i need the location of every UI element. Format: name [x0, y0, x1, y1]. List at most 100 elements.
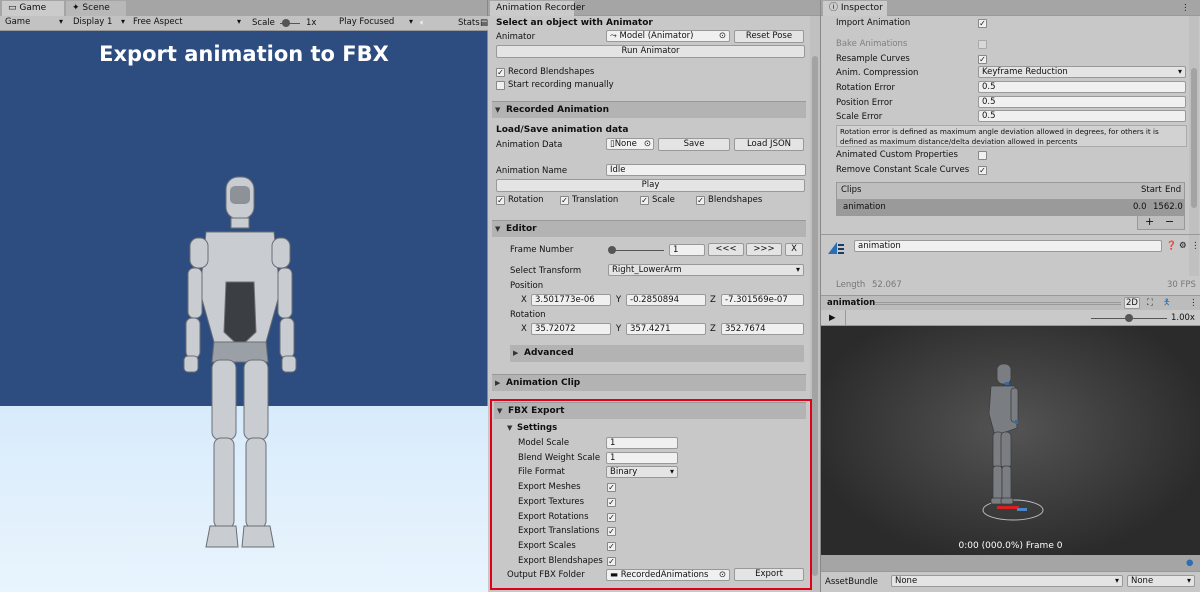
more-icon[interactable]: ⋮ — [1191, 240, 1200, 252]
speed-slider-thumb[interactable] — [1125, 314, 1133, 322]
reset-pose-button[interactable]: Reset Pose — [734, 30, 804, 43]
preview-play-icon[interactable]: ▶ — [829, 312, 836, 324]
blend-weight-label: Blend Weight Scale — [518, 453, 601, 463]
mute-icon[interactable]: 🔈︎ — [420, 17, 425, 29]
save-button[interactable]: Save — [658, 138, 730, 151]
tab-animation-recorder[interactable]: Animation Recorder — [490, 1, 585, 16]
animated-custom-checkbox[interactable] — [978, 151, 987, 160]
preview-2d-button[interactable]: 2D — [1124, 297, 1140, 309]
animation-data-field[interactable]: ▯None ⊙ — [606, 138, 654, 150]
animation-name-input[interactable]: Idle — [606, 164, 806, 176]
rotation-toggle-label: Rotation — [508, 195, 544, 205]
panel-menu-icon[interactable]: ⋮ — [1181, 2, 1190, 14]
object-picker-icon[interactable]: ⊙ — [719, 31, 726, 41]
position-label: Position — [510, 281, 544, 291]
start-manually-checkbox[interactable] — [496, 81, 505, 90]
export-button[interactable]: Export — [734, 568, 804, 581]
scale-toggle[interactable]: ✓ — [640, 196, 649, 205]
frame-slider-track[interactable] — [610, 250, 664, 251]
select-transform-dropdown[interactable]: Right_LowerArm — [608, 264, 804, 276]
tab-scene[interactable]: ✦ Scene — [66, 1, 126, 16]
gizmos-icon[interactable]: ▤ — [480, 17, 488, 29]
remove-constant-checkbox[interactable]: ✓ — [978, 166, 987, 175]
foldout-icon: ▼ — [497, 407, 503, 415]
blendshapes-toggle[interactable]: ✓ — [696, 196, 705, 205]
scale-toggle-label: Scale — [652, 195, 675, 205]
export-translations-checkbox[interactable]: ✓ — [607, 527, 616, 536]
help-icon[interactable]: ❓ — [1166, 240, 1177, 252]
clip-name-input[interactable]: animation — [854, 240, 1162, 252]
stats-button[interactable]: Stats — [458, 17, 480, 29]
model-scale-input[interactable]: 1 — [606, 437, 678, 449]
translation-toggle[interactable]: ✓ — [560, 196, 569, 205]
animation-clip-section[interactable]: ▶ Animation Clip — [492, 374, 806, 391]
recorder-scroll-thumb[interactable] — [812, 56, 818, 576]
preview-title: animation — [827, 298, 876, 308]
settings-icon[interactable]: ⚙ — [1179, 240, 1187, 252]
rotation-error-input[interactable]: 0.5 — [978, 81, 1186, 93]
load-json-button[interactable]: Load JSON — [734, 138, 804, 151]
add-clip-button[interactable]: + — [1145, 216, 1154, 228]
export-scales-checkbox[interactable]: ✓ — [607, 542, 616, 551]
resample-curves-checkbox[interactable]: ✓ — [978, 55, 987, 64]
clip-row[interactable]: animation 0.0 1562.0 — [837, 199, 1184, 215]
position-y-input[interactable]: -0.2850894 — [626, 294, 706, 306]
frame-number-input[interactable]: 1 — [669, 244, 705, 256]
settings-foldout-icon[interactable]: ▼ — [507, 424, 512, 432]
recorded-animation-section[interactable]: ▼ Recorded Animation — [492, 101, 806, 118]
export-meshes-checkbox[interactable]: ✓ — [607, 483, 616, 492]
preview-more-icon[interactable]: ⋮ — [1189, 297, 1198, 309]
blend-weight-input[interactable]: 1 — [606, 452, 678, 464]
object-picker-icon[interactable]: ⊙ — [719, 570, 726, 580]
mode-dropdown[interactable]: Game — [2, 17, 66, 29]
prev-frame-button[interactable]: <<< — [708, 243, 744, 256]
export-textures-checkbox[interactable]: ✓ — [607, 498, 616, 507]
inspector-panel: ⓘ Inspector ⋮ Import Animation ✓ Bake An… — [821, 0, 1200, 592]
advanced-section[interactable]: ▶ Advanced — [510, 345, 804, 362]
rotation-y-input[interactable]: 357.4271 — [626, 323, 706, 335]
scale-slider-thumb[interactable] — [282, 19, 290, 27]
clips-list: Clips Start End animation 0.0 1562.0 — [836, 182, 1185, 216]
position-x-input[interactable]: 3.501773e-06 — [531, 294, 611, 306]
next-frame-button[interactable]: >>> — [746, 243, 782, 256]
anim-compression-label: Anim. Compression — [836, 68, 919, 78]
position-error-label: Position Error — [836, 98, 893, 108]
display-dropdown[interactable]: Display 1 — [70, 17, 128, 29]
load-save-header: Load/Save animation data — [496, 125, 629, 135]
play-mode-dropdown[interactable]: Play Focused — [336, 17, 416, 29]
scale-error-input[interactable]: 0.5 — [978, 110, 1186, 122]
animator-field[interactable]: ⤳ Model (Animator) ⊙ — [606, 30, 730, 42]
run-animator-button[interactable]: Run Animator — [496, 45, 805, 58]
frame-slider-thumb[interactable] — [608, 246, 616, 254]
preview-viewport[interactable]: 0:00 (000.0%) Frame 0 — [821, 326, 1200, 555]
import-animation-checkbox[interactable]: ✓ — [978, 19, 987, 28]
file-format-dropdown[interactable]: Binary — [606, 466, 678, 478]
position-y-label: Y — [616, 295, 622, 305]
fbx-export-section[interactable]: ▼ FBX Export — [494, 402, 806, 419]
position-error-input[interactable]: 0.5 — [978, 96, 1186, 108]
close-editor-button[interactable]: X — [785, 243, 803, 256]
assetbundle-variant-dropdown[interactable]: None — [1127, 575, 1195, 587]
object-picker-icon[interactable]: ⊙ — [644, 139, 651, 149]
rotation-z-input[interactable]: 352.7674 — [721, 323, 804, 335]
remove-clip-button[interactable]: − — [1165, 216, 1174, 228]
editor-section[interactable]: ▼ Editor — [492, 220, 806, 237]
play-button[interactable]: Play — [496, 179, 805, 192]
inspector-scrollbar[interactable] — [1189, 16, 1199, 276]
asset-label-icon[interactable]: ● — [1186, 557, 1193, 569]
tab-inspector[interactable]: ⓘ Inspector — [823, 1, 887, 16]
anim-compression-dropdown[interactable]: Keyframe Reduction — [978, 66, 1186, 78]
assetbundle-dropdown[interactable]: None — [891, 575, 1123, 587]
avatar-icon[interactable]: 🯅 — [1163, 297, 1170, 309]
pivot-icon[interactable]: ⛶ — [1147, 297, 1153, 309]
record-blendshapes-checkbox[interactable]: ✓ — [496, 68, 505, 77]
aspect-dropdown[interactable]: Free Aspect — [130, 17, 244, 29]
rotation-toggle[interactable]: ✓ — [496, 196, 505, 205]
inspector-scroll-thumb[interactable] — [1191, 68, 1197, 208]
position-z-input[interactable]: -7.301569e-07 — [721, 294, 804, 306]
export-rotations-checkbox[interactable]: ✓ — [607, 513, 616, 522]
tab-game[interactable]: ▭ Game — [2, 1, 64, 16]
export-blendshapes-checkbox[interactable]: ✓ — [607, 557, 616, 566]
rotation-x-input[interactable]: 35.72072 — [531, 323, 611, 335]
output-folder-field[interactable]: ▬ RecordedAnimations ⊙ — [606, 569, 730, 581]
